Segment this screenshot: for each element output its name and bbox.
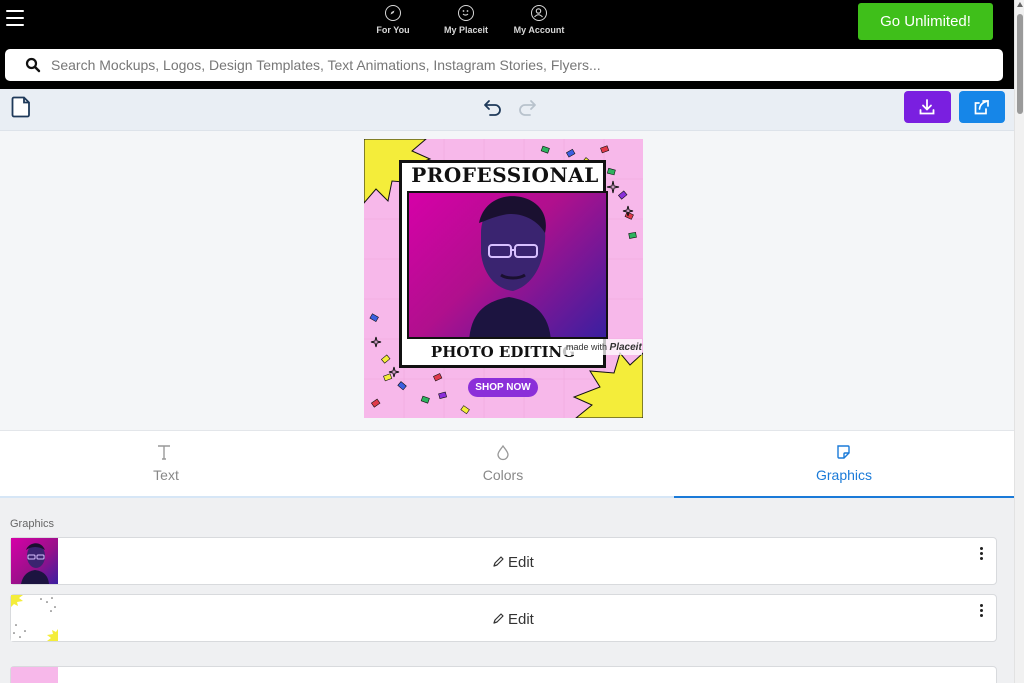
redo-icon xyxy=(519,100,536,116)
tab-graphics-label: Graphics xyxy=(815,467,873,483)
more-options-icon[interactable] xyxy=(978,604,984,620)
design-frame: PROFESSIONAL PHOTO EDITING xyxy=(399,160,608,368)
graphic-item-confetti[interactable]: Edit xyxy=(10,594,997,642)
tab-graphics[interactable]: Graphics xyxy=(674,431,1014,499)
portrait-thumbnail xyxy=(11,538,58,584)
design-headline-top[interactable]: PROFESSIONAL xyxy=(404,163,606,187)
smiley-icon xyxy=(458,5,474,21)
account-icon xyxy=(531,5,547,21)
design-canvas-area: PROFESSIONAL PHOTO EDITING made with Pla… xyxy=(0,131,1014,430)
tab-colors-label: Colors xyxy=(482,467,524,483)
sticker-icon xyxy=(837,445,850,459)
document-icon[interactable] xyxy=(11,96,31,118)
nav-my-placeit[interactable]: My Placeit xyxy=(431,4,501,35)
tab-text[interactable]: Text xyxy=(0,431,332,499)
drop-icon xyxy=(497,444,509,461)
hamburger-menu-icon[interactable] xyxy=(6,10,24,26)
graphic-item-background[interactable] xyxy=(10,666,997,683)
graphic-item-portrait[interactable]: Edit xyxy=(10,537,997,585)
confetti-thumbnail xyxy=(11,595,58,641)
search-input[interactable] xyxy=(51,55,951,75)
download-icon xyxy=(919,99,935,115)
nav-for-you-label: For You xyxy=(376,25,410,35)
nav-my-placeit-label: My Placeit xyxy=(443,25,489,35)
pencil-icon xyxy=(493,556,504,567)
graphics-panel-title: Graphics xyxy=(10,518,55,530)
undo-icon[interactable] xyxy=(483,97,503,117)
download-button[interactable] xyxy=(904,91,951,123)
watermark-brand: Placeit xyxy=(609,342,642,353)
edit-button[interactable]: Edit xyxy=(492,611,534,628)
nav-my-account-label: My Account xyxy=(513,25,565,35)
placeit-watermark: made with Placeit xyxy=(562,339,642,355)
editor-toolbar xyxy=(0,89,1014,131)
search-icon[interactable] xyxy=(25,57,41,73)
editor-tabs: Text Colors Graphics xyxy=(0,430,1014,499)
watermark-prefix: made with xyxy=(566,342,608,352)
tab-colors[interactable]: Colors xyxy=(332,431,674,499)
scroll-up-arrow-icon[interactable] xyxy=(1017,2,1023,7)
background-thumbnail xyxy=(11,667,58,683)
share-icon xyxy=(974,100,989,115)
nav-my-account[interactable]: My Account xyxy=(504,4,574,35)
edit-label: Edit xyxy=(508,554,534,571)
design-shop-now-badge[interactable]: SHOP NOW xyxy=(468,378,538,397)
page-scrollbar[interactable] xyxy=(1014,0,1024,683)
scrollbar-thumb[interactable] xyxy=(1017,14,1023,114)
text-icon xyxy=(158,445,170,460)
graphics-panel: Graphics Edit Edit xyxy=(0,498,1014,683)
design-preview[interactable]: PROFESSIONAL PHOTO EDITING made with Pla… xyxy=(364,139,643,418)
search-bar xyxy=(5,49,1003,81)
edit-button[interactable]: Edit xyxy=(492,554,534,571)
edit-label: Edit xyxy=(508,611,534,628)
compass-icon xyxy=(385,5,401,21)
share-button[interactable] xyxy=(959,91,1005,123)
portrait-photo[interactable] xyxy=(407,191,608,339)
top-navigation-bar: For You My Placeit My Account Go Unlimit… xyxy=(0,0,1014,89)
go-unlimited-button[interactable]: Go Unlimited! xyxy=(858,3,993,40)
nav-for-you[interactable]: For You xyxy=(358,4,428,35)
pencil-icon xyxy=(493,613,504,624)
more-options-icon[interactable] xyxy=(978,547,984,563)
tab-text-label: Text xyxy=(153,467,179,483)
